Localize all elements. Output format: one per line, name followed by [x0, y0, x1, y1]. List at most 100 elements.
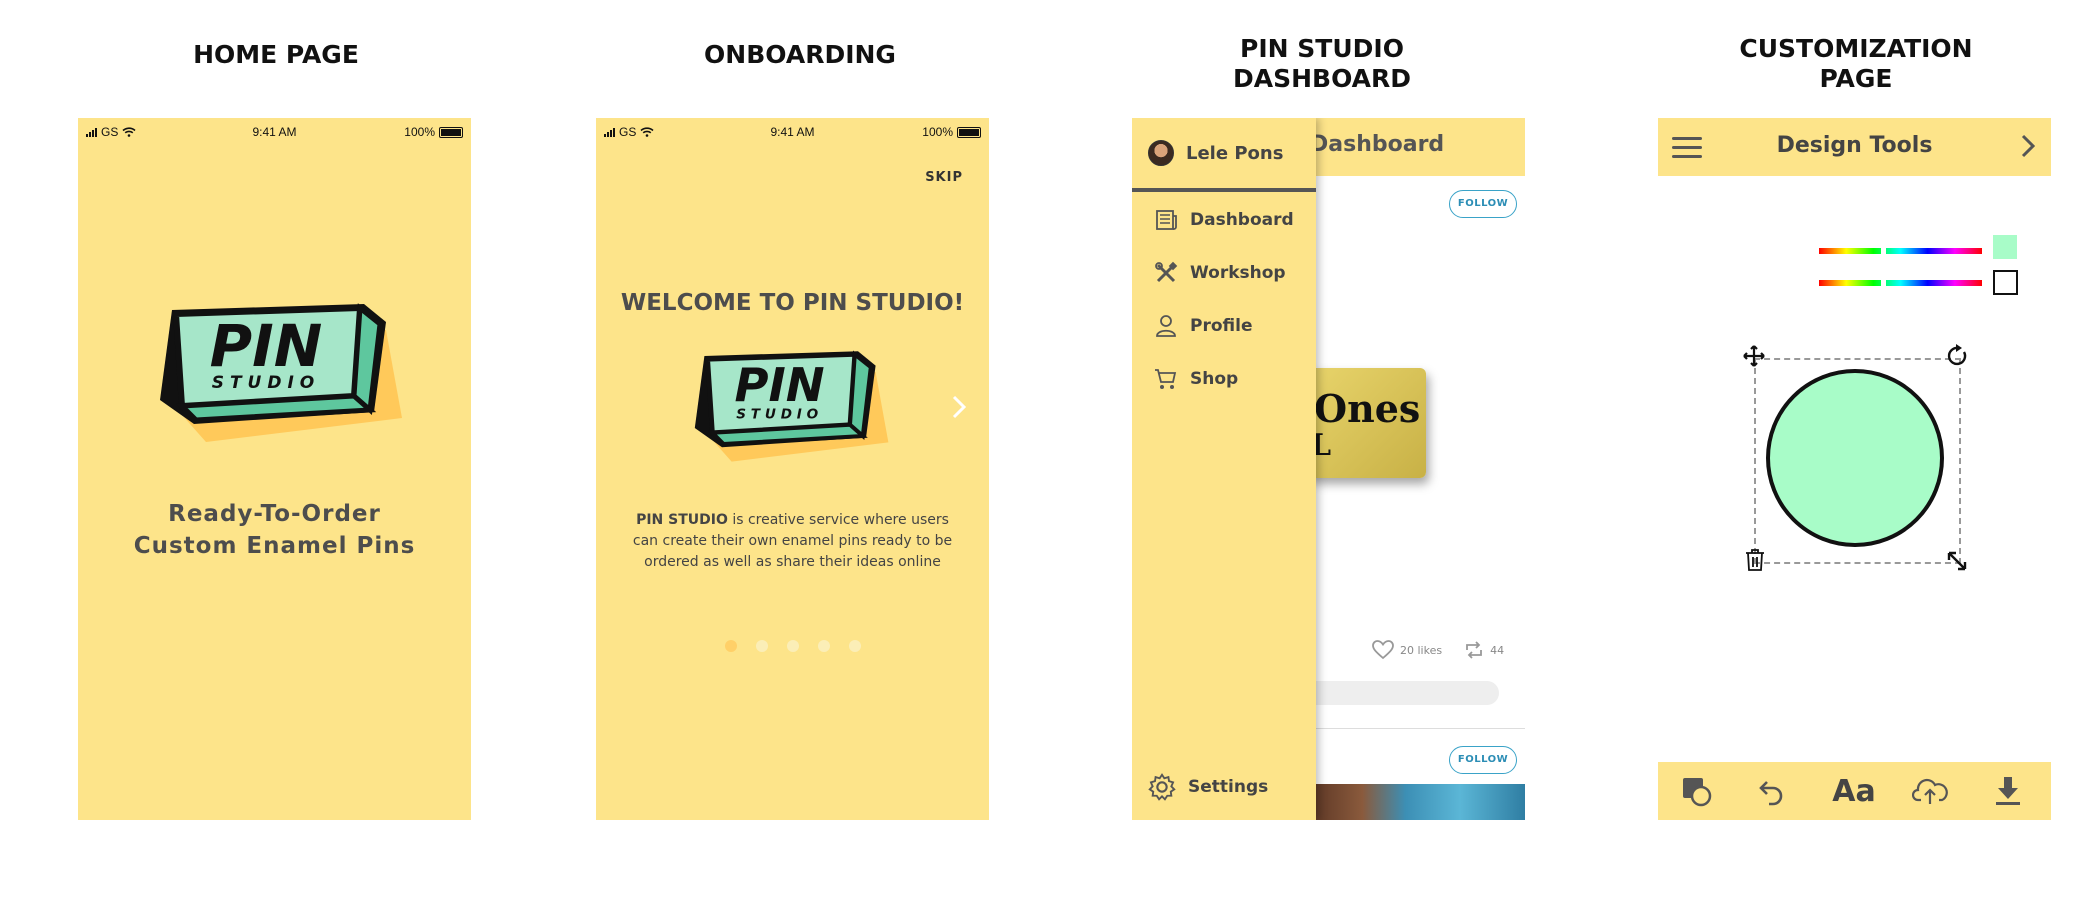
nav-item-settings[interactable]: Settings [1148, 773, 1268, 801]
cart-icon [1155, 369, 1177, 389]
rotate-icon[interactable] [1946, 344, 1970, 368]
title-line: HOME PAGE [193, 40, 359, 69]
heart-icon[interactable] [1372, 640, 1394, 660]
battery-percent: 100% [922, 125, 953, 139]
description-brand: PIN STUDIO [636, 512, 728, 528]
fill-color-slider[interactable] [1819, 246, 1982, 256]
text-icon: Aa [1832, 773, 1876, 809]
likes-count: 20 likes [1400, 643, 1443, 657]
nav-label: Dashboard [1190, 210, 1294, 230]
shapes-tool[interactable] [1678, 773, 1714, 809]
page-dot[interactable] [848, 640, 861, 652]
post-photo[interactable] [1308, 784, 1525, 820]
drawer-divider [1132, 188, 1316, 192]
page-dot[interactable] [755, 640, 768, 652]
follow-button[interactable]: FOLLOW [1449, 190, 1517, 218]
nav-label: Workshop [1190, 263, 1286, 283]
gear-icon [1148, 773, 1176, 801]
user-profile[interactable]: Lele Pons [1148, 140, 1283, 166]
welcome-heading: WELCOME TO PIN STUDIO! [620, 290, 965, 316]
pin-image[interactable]: Ones L [1308, 368, 1426, 478]
skip-button[interactable]: SKIP [925, 170, 963, 185]
title-line: PAGE [1819, 64, 1893, 93]
status-bar: GS 9:41 AM 100% [596, 122, 989, 144]
battery-icon [957, 126, 981, 138]
avatar [1148, 140, 1174, 166]
title-line: PIN STUDIO [1240, 34, 1404, 63]
trash-icon[interactable] [1744, 548, 1766, 572]
status-bar: GS 9:41 AM 100% [78, 122, 471, 144]
design-toolbar: Aa [1658, 762, 2051, 820]
customization-title: CUSTOMIZATION PAGE [1646, 34, 2066, 94]
comment-input[interactable] [1302, 681, 1499, 705]
pin-text: Ones [1314, 386, 1421, 431]
text-tool[interactable]: Aa [1832, 773, 1876, 809]
title-line: DASHBOARD [1232, 64, 1411, 93]
logo-word-studio: STUDIO [212, 373, 321, 393]
nav-item-workshop[interactable]: Workshop [1154, 261, 1286, 285]
onboarding-title: ONBOARDING [590, 40, 1010, 70]
resize-icon[interactable] [1946, 550, 1968, 572]
follow-button[interactable]: FOLLOW [1449, 746, 1517, 774]
upload-tool[interactable] [1912, 773, 1948, 809]
chevron-right-icon [952, 395, 967, 419]
person-icon [1156, 315, 1176, 337]
status-right: 100% [404, 125, 463, 139]
slider-handle[interactable] [1881, 278, 1886, 288]
onboarding-description: PIN STUDIO is creative service where use… [626, 510, 959, 573]
tagline: Ready-To-Order Custom Enamel Pins [78, 498, 471, 562]
tools-icon [1155, 261, 1178, 283]
slider-handle[interactable] [1881, 246, 1886, 256]
repost-icon[interactable] [1464, 641, 1484, 659]
shapes-icon [1683, 778, 1712, 807]
pin-studio-logo: PIN STUDIO [694, 350, 889, 462]
nav-label: Profile [1190, 316, 1253, 336]
move-icon[interactable] [1742, 344, 1766, 368]
tagline-line: Ready-To-Order [168, 501, 381, 527]
page-indicator [596, 640, 989, 652]
title-line: CUSTOMIZATION [1739, 34, 1973, 63]
nav-label: Shop [1190, 369, 1239, 389]
user-name: Lele Pons [1186, 142, 1284, 164]
download-tool[interactable] [1990, 773, 2026, 809]
title-line: ONBOARDING [704, 40, 896, 69]
dashboard-title: PIN STUDIO DASHBOARD [1112, 34, 1532, 94]
repost-count: 44 [1490, 643, 1505, 657]
header-title: Dashboard [1310, 132, 1445, 157]
battery-percent: 100% [404, 125, 435, 139]
newspaper-icon [1156, 210, 1177, 230]
design-tools-header: Design Tools [1658, 118, 2051, 176]
post-stats: 20 likes 44 [1372, 640, 1504, 660]
page-dot[interactable] [817, 640, 830, 652]
customization-screen: Design Tools Aa [1658, 118, 2051, 820]
upload-cloud-icon [1912, 778, 1948, 804]
status-right: 100% [922, 125, 981, 139]
stroke-color-swatch[interactable] [1993, 270, 2018, 295]
fill-color-swatch[interactable] [1993, 235, 2017, 259]
next-slide-button[interactable] [951, 394, 967, 427]
onboarding-screen: GS 9:41 AM 100% SKIP WELCOME TO PIN STUD… [596, 118, 989, 820]
undo-icon [1759, 781, 1783, 806]
logo-word-pin: PIN [210, 312, 323, 380]
download-icon [1996, 777, 2020, 805]
logo-word-studio: STUDIO [736, 406, 823, 422]
page-dot[interactable] [786, 640, 799, 652]
circle-shape[interactable] [1766, 369, 1944, 547]
chevron-right-icon[interactable] [2021, 134, 2035, 158]
home-page-title: HOME PAGE [66, 40, 486, 70]
logo-word-pin: PIN [735, 358, 825, 412]
nav-item-profile[interactable]: Profile [1154, 314, 1252, 338]
nav-drawer: Lele Pons Dashboard Workshop Profile Sho… [1132, 118, 1316, 820]
stroke-color-slider[interactable] [1819, 278, 1982, 288]
undo-tool[interactable] [1754, 773, 1790, 809]
dashboard-screen: Dashboard FOLLOW Ones L 20 likes 44 FOLL… [1132, 118, 1525, 820]
nav-item-shop[interactable]: Shop [1154, 367, 1238, 391]
nav-item-dashboard[interactable]: Dashboard [1154, 208, 1294, 232]
tagline-line: Custom Enamel Pins [133, 533, 416, 559]
header-title: Design Tools [1776, 133, 1933, 158]
battery-icon [439, 126, 463, 138]
nav-label: Settings [1188, 777, 1269, 797]
pin-studio-logo: PIN STUDIO [160, 303, 402, 442]
page-dot[interactable] [724, 640, 737, 652]
divider [1302, 728, 1525, 729]
